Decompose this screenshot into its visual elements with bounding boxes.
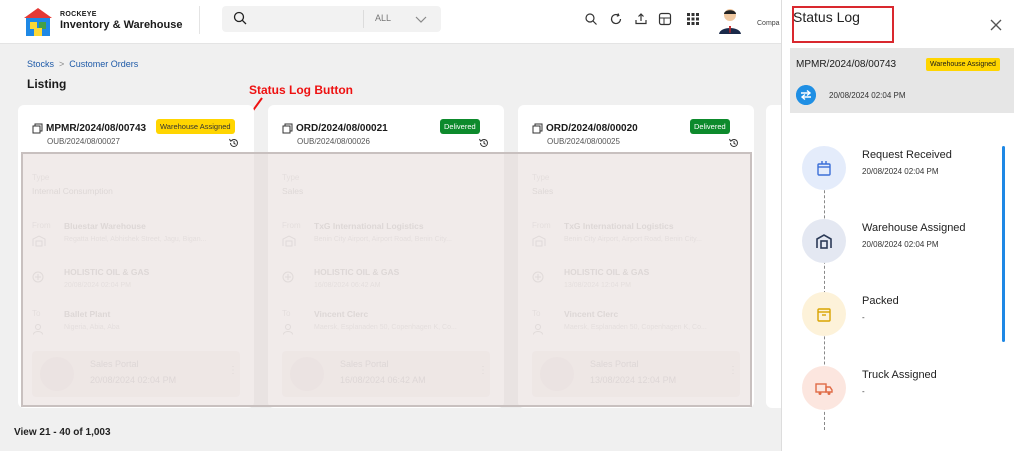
request-box-icon [817, 161, 831, 176]
order-id[interactable]: MPMR/2024/08/00743 [32, 123, 146, 134]
order-date: 20/08/2024 02:04 PM [829, 91, 906, 100]
step-label: Packed [862, 295, 899, 307]
step-icon-circle [802, 366, 846, 410]
order-id[interactable]: ORD/2024/08/00020 [532, 123, 638, 134]
outbound-id: OUB/2024/08/00025 [547, 137, 620, 146]
step-icon-circle [802, 146, 846, 190]
step-value: - [862, 313, 865, 322]
close-icon[interactable] [990, 19, 1002, 31]
company-name[interactable]: Compa [757, 20, 780, 27]
step-value: 20/08/2024 02:04 PM [862, 167, 939, 176]
divider [199, 6, 200, 34]
annotation-label: Status Log Button [249, 83, 353, 97]
highlight-overlay [21, 152, 752, 407]
upload-icon[interactable] [634, 12, 648, 26]
step-label: Warehouse Assigned [862, 222, 966, 234]
refresh-icon[interactable] [609, 12, 623, 26]
timeline-step: Warehouse Assigned 20/08/2024 02:04 PM [802, 219, 1022, 279]
timeline-step: Packed - [802, 292, 1022, 352]
order-id[interactable]: ORD/2024/08/00021 [282, 123, 388, 134]
status-badge: Warehouse Assigned [156, 119, 235, 134]
breadcrumb-separator: > [59, 59, 65, 69]
logo-icon[interactable] [22, 6, 54, 38]
step-label: Request Received [862, 149, 952, 161]
apps-grid-icon[interactable] [686, 12, 700, 26]
search-scope-select[interactable]: ALL [375, 13, 391, 23]
timeline-step: Truck Assigned - [802, 366, 1022, 426]
page-title: Listing [27, 77, 67, 91]
timeline-step: Request Received 20/08/2024 02:04 PM [802, 146, 1022, 206]
search-bar[interactable]: ALL [222, 6, 441, 32]
table-icon[interactable] [658, 12, 672, 26]
chevron-down-icon[interactable] [414, 12, 428, 26]
panel-title: Status Log [793, 9, 860, 25]
order-id-text: MPMR/2024/08/00743 [46, 123, 147, 134]
outbound-id: OUB/2024/08/00027 [47, 137, 120, 146]
step-value: 20/08/2024 02:04 PM [862, 240, 939, 249]
outbound-id: OUB/2024/08/00026 [297, 137, 370, 146]
order-summary: MPMR/2024/08/00743 Warehouse Assigned 20… [790, 48, 1014, 113]
order-id: MPMR/2024/08/00743 [796, 59, 897, 70]
copy-icon[interactable] [532, 123, 543, 134]
step-value: - [862, 387, 865, 396]
user-avatar[interactable] [718, 6, 742, 34]
packed-box-icon [817, 308, 831, 322]
step-label: Truck Assigned [862, 369, 937, 381]
order-id-text: ORD/2024/08/00020 [546, 123, 638, 134]
status-log-history-icon[interactable] [228, 137, 240, 149]
pagination-info: View 21 - 40 of 1,003 [14, 427, 111, 438]
breadcrumb-stocks[interactable]: Stocks [27, 59, 54, 69]
order-id-text: ORD/2024/08/00021 [296, 123, 388, 134]
status-badge: Delivered [440, 119, 480, 134]
brand-small: ROCKEYE [60, 11, 97, 18]
transfer-icon [796, 85, 816, 105]
brand-name: Inventory & Warehouse [60, 19, 183, 31]
breadcrumb: Stocks > Customer Orders [27, 59, 138, 69]
breadcrumb-customer-orders[interactable]: Customer Orders [69, 59, 138, 69]
step-icon-circle [802, 219, 846, 263]
search-icon[interactable] [584, 12, 598, 26]
status-log-panel: Status Log MPMR/2024/08/00743 Warehouse … [781, 0, 1024, 451]
truck-icon [815, 383, 833, 395]
status-log-history-icon[interactable] [728, 137, 740, 149]
warehouse-icon [816, 234, 832, 249]
copy-icon[interactable] [32, 123, 43, 134]
search-icon [233, 11, 247, 25]
copy-icon[interactable] [282, 123, 293, 134]
step-icon-circle [802, 292, 846, 336]
status-badge: Warehouse Assigned [926, 58, 1000, 71]
status-badge: Delivered [690, 119, 730, 134]
search-divider [363, 10, 364, 28]
status-log-history-icon[interactable] [478, 137, 490, 149]
